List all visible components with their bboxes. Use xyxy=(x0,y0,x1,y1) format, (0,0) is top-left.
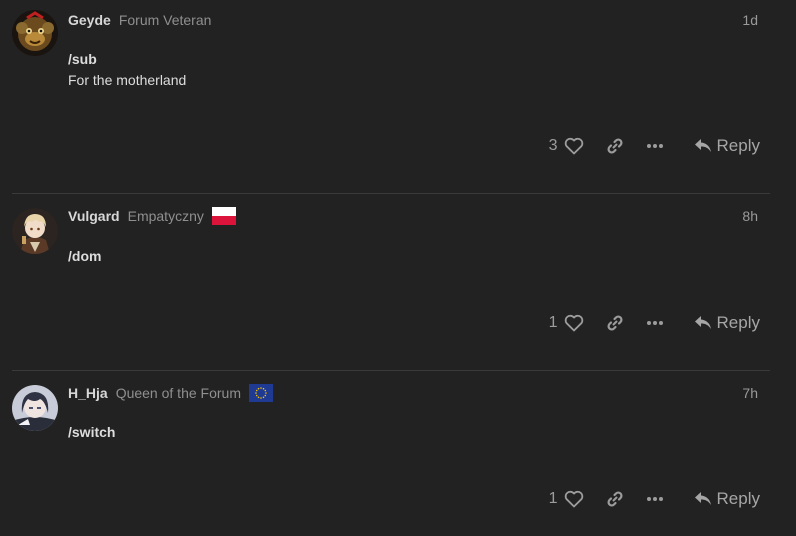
heart-icon xyxy=(564,314,583,332)
post-actions: 1 Reply xyxy=(549,484,760,514)
post-meta: H_Hja Queen of the Forum xyxy=(68,383,273,403)
like-button[interactable] xyxy=(564,314,584,332)
share-link-button[interactable] xyxy=(606,137,624,155)
post-date[interactable]: 1d xyxy=(742,10,758,30)
anime-boy-avatar-icon xyxy=(12,208,58,254)
more-button[interactable] xyxy=(646,143,664,149)
post-divider xyxy=(12,370,770,371)
eu-flag-icon xyxy=(248,384,273,402)
share-link-button[interactable] xyxy=(606,490,624,508)
link-icon xyxy=(607,315,623,331)
reply-button[interactable]: Reply xyxy=(694,489,760,509)
reply-icon xyxy=(694,492,711,505)
post-stream: Geyde Forum Veteran 1d /sub For the moth… xyxy=(0,0,796,536)
post-date[interactable]: 8h xyxy=(742,206,758,226)
username[interactable]: Vulgard xyxy=(68,208,120,224)
poland-flag-icon xyxy=(211,207,236,225)
avatar[interactable] xyxy=(12,385,58,431)
reply-icon xyxy=(694,316,711,329)
reply-button[interactable]: Reply xyxy=(694,313,760,333)
user-title: Forum Veteran xyxy=(118,12,212,28)
post-command: /sub xyxy=(68,51,97,67)
link-icon xyxy=(607,138,623,154)
like-count[interactable]: 3 xyxy=(549,137,558,155)
reply-label: Reply xyxy=(716,136,760,155)
post-meta: Geyde Forum Veteran xyxy=(68,10,211,30)
post-actions: 3 Reply xyxy=(549,131,760,161)
post-command: /switch xyxy=(68,424,116,440)
post-command: /dom xyxy=(68,248,102,264)
more-button[interactable] xyxy=(646,496,664,502)
ellipsis-icon xyxy=(646,497,663,501)
more-button[interactable] xyxy=(646,320,664,326)
reply-label: Reply xyxy=(716,489,760,508)
username[interactable]: H_Hja xyxy=(68,385,108,401)
avatar[interactable] xyxy=(12,208,58,254)
username[interactable]: Geyde xyxy=(68,12,111,28)
post-divider xyxy=(12,193,770,194)
like-button[interactable] xyxy=(564,137,584,155)
post-content: /sub For the motherland xyxy=(68,49,186,91)
ellipsis-icon xyxy=(646,144,663,148)
heart-icon xyxy=(564,490,583,508)
user-title: Empatyczny xyxy=(127,208,204,224)
user-title: Queen of the Forum xyxy=(115,385,241,401)
post-actions: 1 Reply xyxy=(549,308,760,338)
post-text: For the motherland xyxy=(68,72,187,88)
post-content: /switch xyxy=(68,422,115,443)
reply-label: Reply xyxy=(716,313,760,332)
ellipsis-icon xyxy=(646,321,663,325)
post-h-hja: H_Hja Queen of the Forum 7h /switch 1 Re… xyxy=(0,383,770,533)
post-content: /dom xyxy=(68,246,101,267)
post-date[interactable]: 7h xyxy=(742,383,758,403)
share-link-button[interactable] xyxy=(606,314,624,332)
post-vulgard: Vulgard Empatyczny 8h /dom 1 Reply xyxy=(0,206,770,356)
avatar[interactable] xyxy=(12,10,58,56)
heart-icon xyxy=(564,137,583,155)
like-button[interactable] xyxy=(564,490,584,508)
monkey-mask-avatar-icon xyxy=(12,10,58,56)
anime-girl-avatar-icon xyxy=(12,385,58,431)
post-meta: Vulgard Empatyczny xyxy=(68,206,236,226)
link-icon xyxy=(607,491,623,507)
reply-icon xyxy=(694,139,711,152)
post-geyde: Geyde Forum Veteran 1d /sub For the moth… xyxy=(0,8,770,183)
like-count[interactable]: 1 xyxy=(549,490,558,508)
reply-button[interactable]: Reply xyxy=(694,136,760,156)
like-count[interactable]: 1 xyxy=(549,314,558,332)
